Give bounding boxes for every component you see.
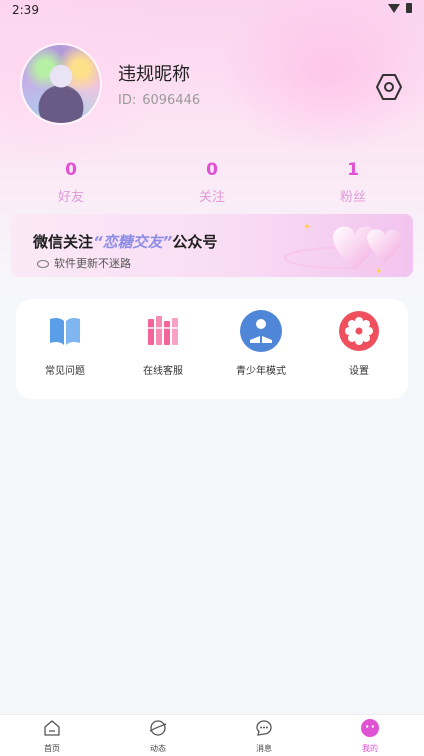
stat-friends-label: 好友 xyxy=(57,190,84,205)
nav-feed[interactable]: 动态 xyxy=(128,719,188,754)
stat-fans-count: 1 xyxy=(347,160,359,180)
eye-icon xyxy=(37,260,49,268)
banner-title-suffix: 公众号 xyxy=(172,233,218,251)
service-settings-label: 设置 xyxy=(349,366,369,377)
bottom-nav: 首页 动态 消息 我的 xyxy=(0,714,424,756)
user-id-value: 6096446 xyxy=(142,93,201,108)
stat-friends-count: 0 xyxy=(65,160,77,180)
banner-subtitle-text: 软件更新不迷路 xyxy=(54,257,131,270)
wifi-icon xyxy=(388,3,400,13)
face-icon xyxy=(361,719,379,737)
svg-text:✦: ✦ xyxy=(303,222,311,233)
svg-text:✦: ✦ xyxy=(375,267,383,277)
avatar[interactable] xyxy=(22,45,100,123)
stat-friends[interactable]: 0 好友 xyxy=(21,160,121,205)
reader-icon xyxy=(240,310,282,352)
banner-title-highlight: “恋糖交友” xyxy=(93,233,173,251)
nav-home-label: 首页 xyxy=(44,744,60,753)
status-time: 2:39 xyxy=(12,3,39,17)
nav-home[interactable]: 首页 xyxy=(22,719,82,754)
nav-mine-label: 我的 xyxy=(362,744,378,753)
planet-icon xyxy=(149,720,167,736)
wechat-follow-banner[interactable]: 微信关注“恋糖交友”公众号 软件更新不迷路 ✦ ✦ xyxy=(11,214,413,277)
banner-subtitle: 软件更新不迷路 xyxy=(37,255,131,271)
gear-icon xyxy=(339,311,379,351)
services-card: 常见问题 在线客服 青少年模式 设置 xyxy=(16,299,408,399)
stat-following[interactable]: 0 关注 xyxy=(162,160,262,205)
books-icon xyxy=(148,316,178,345)
stat-following-count: 0 xyxy=(206,160,218,180)
user-id: ID: 6096446 xyxy=(118,93,206,108)
nav-messages[interactable]: 消息 xyxy=(234,719,294,754)
user-id-label: ID: xyxy=(118,93,137,108)
home-icon xyxy=(44,720,60,736)
service-teen-mode[interactable]: 青少年模式 xyxy=(212,310,310,377)
chat-icon xyxy=(256,720,272,736)
service-teen-mode-label: 青少年模式 xyxy=(236,366,286,377)
hexagon-settings-icon[interactable] xyxy=(375,73,403,101)
stat-fans[interactable]: 1 粉丝 xyxy=(303,160,403,205)
nav-mine[interactable]: 我的 xyxy=(340,719,400,754)
service-support-label: 在线客服 xyxy=(143,366,183,377)
stats-row: 0 好友 0 关注 1 粉丝 xyxy=(0,160,424,210)
stat-following-label: 关注 xyxy=(198,190,225,205)
service-support[interactable]: 在线客服 xyxy=(114,313,212,377)
nav-messages-label: 消息 xyxy=(256,744,272,753)
service-faq[interactable]: 常见问题 xyxy=(16,313,114,377)
nickname: 违规昵称 xyxy=(118,64,190,85)
service-faq-label: 常见问题 xyxy=(45,366,85,377)
stat-fans-label: 粉丝 xyxy=(339,190,366,205)
hearts-decoration-icon: ✦ ✦ xyxy=(284,222,402,277)
nav-feed-label: 动态 xyxy=(150,744,166,753)
status-icons xyxy=(388,3,412,13)
banner-title: 微信关注“恋糖交友”公众号 xyxy=(33,231,217,252)
banner-title-prefix: 微信关注 xyxy=(33,233,94,251)
status-bar: 2:39 xyxy=(0,0,424,20)
battery-icon xyxy=(406,3,412,13)
service-settings[interactable]: 设置 xyxy=(310,311,408,377)
book-icon xyxy=(50,317,80,345)
